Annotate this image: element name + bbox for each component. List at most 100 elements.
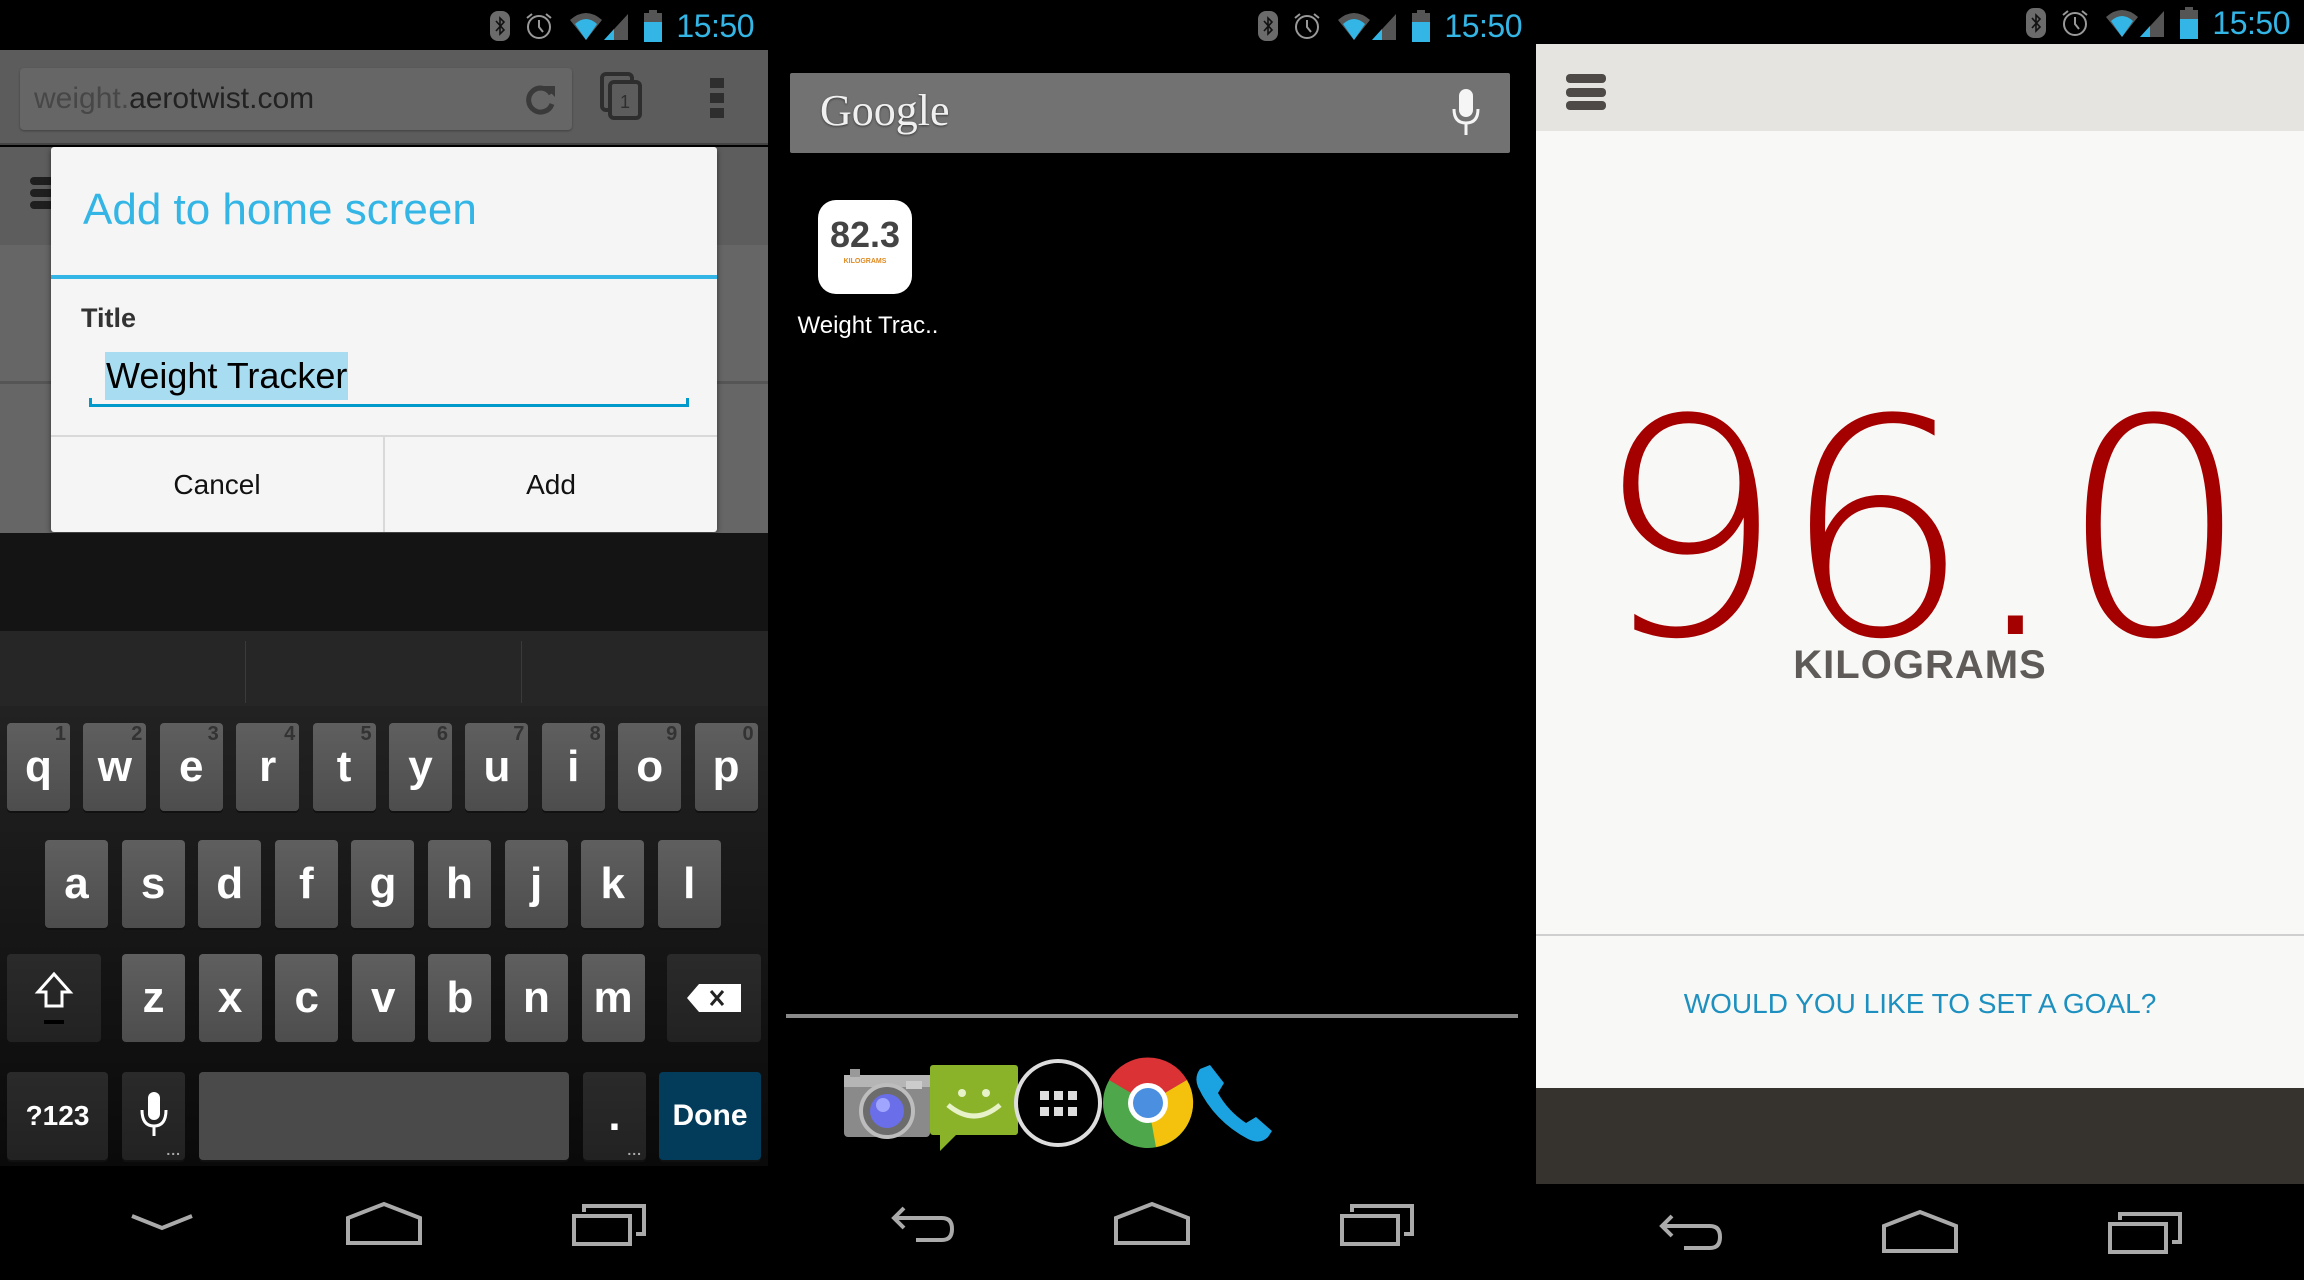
messaging-icon[interactable] [924,1055,1020,1151]
key-t[interactable]: 5t [312,723,376,811]
key-hint: 6 [436,723,448,745]
recents-icon[interactable] [570,1198,650,1248]
key-label: i [567,742,580,791]
key-f[interactable]: f [274,840,338,928]
reload-icon[interactable] [524,82,558,116]
key-y[interactable]: 6y [389,723,452,811]
voice-search-icon[interactable] [1452,89,1480,137]
home-icon[interactable] [344,1198,424,1248]
key-i[interactable]: 8i [541,723,605,811]
status-bar: 15:50 [1536,0,2304,44]
recents-icon[interactable] [2106,1206,2186,1256]
key-e[interactable]: 3e [159,723,223,811]
backspace-key[interactable] [667,954,761,1042]
title-input-value[interactable]: Weight Tracker [105,352,349,400]
key-o[interactable]: 9o [618,723,682,811]
battery-icon [644,10,663,42]
key-w[interactable]: 2w [83,723,147,811]
key-c[interactable]: c [275,954,339,1042]
key-u[interactable]: 7u [465,723,529,811]
google-search-bar[interactable]: Google [790,73,1510,153]
battery-icon [1412,10,1431,42]
key-v[interactable]: v [351,954,415,1042]
done-key[interactable]: Done [659,1072,761,1160]
alarm-icon [2060,8,2090,38]
voice-input-key[interactable]: ... [122,1072,185,1160]
key-p[interactable]: 0p [694,723,758,811]
alarm-icon [524,11,554,41]
key-hint: 0 [742,723,754,745]
nav-bar [0,1166,768,1280]
key-hint: 9 [666,723,678,745]
tabs-icon[interactable]: 1 [600,72,646,120]
key-label: r [259,742,277,791]
google-logo: Google [820,86,950,135]
key-s[interactable]: s [121,840,185,928]
shift-key[interactable] [7,954,101,1042]
add-button[interactable]: Add [383,437,717,532]
key-r[interactable]: 4r [236,723,300,811]
key-x[interactable]: x [198,954,262,1042]
wifi-icon [568,10,630,42]
key-z[interactable]: z [122,954,185,1042]
overflow-menu-icon[interactable] [710,78,724,118]
key-h[interactable]: h [428,840,491,928]
shortcut-icon-value: 82.3 [829,214,901,255]
weight-tracker-shortcut-icon[interactable]: 82.3 KILOGRAMS [818,200,912,294]
key-hint: 8 [589,723,601,745]
set-goal-link[interactable]: WOULD YOU LIKE TO SET A GOAL? [1536,988,2304,1020]
camera-icon[interactable] [836,1055,932,1151]
browser-panel: 15:50 weight.aerotwist.com 1 Add to home… [0,0,768,1280]
key-b[interactable]: b [428,954,492,1042]
key-label: u [483,742,511,791]
shortcut-icon-unit: KILOGRAMS [843,258,887,265]
nav-bar [1536,1184,2304,1280]
hamburger-menu-icon[interactable] [1566,74,1606,110]
status-time: 15:50 [676,7,754,44]
url-bar[interactable]: weight.aerotwist.com [20,68,572,130]
home-icon[interactable] [1880,1206,1960,1256]
title-input[interactable]: Weight Tracker [89,352,689,407]
recents-icon[interactable] [1338,1198,1418,1248]
app-drawer-icon[interactable] [1008,1055,1104,1151]
back-icon[interactable] [1652,1206,1732,1256]
key-j[interactable]: j [504,840,568,928]
home-screen-panel: 15:50 Google 82.3 KILOGRAMS Weight Trac.… [768,0,1536,1280]
key-q[interactable]: 1q [7,723,70,811]
cancel-button[interactable]: Cancel [51,437,383,532]
url-subdomain: weight. [34,82,130,115]
key-m[interactable]: m [581,954,645,1042]
mic-icon [140,1092,167,1136]
shortcut-label[interactable]: Weight Trac.. [788,312,948,340]
hide-keyboard-icon[interactable] [122,1198,202,1248]
weight-value: 96.0 [1594,356,2250,705]
key-a[interactable]: a [45,840,108,928]
weight-display: 96.0 KILOGRAMS [1536,131,2304,934]
key-g[interactable]: g [351,840,415,928]
key-hint: 3 [207,723,219,745]
symbols-key[interactable]: ?123 [7,1072,108,1160]
dock-divider [786,1014,1518,1018]
weight-app-panel: 15:50 96.0 KILOGRAMS WOULD YOU LIKE TO S… [1536,0,2304,1280]
alarm-icon [1292,11,1322,41]
home-icon[interactable] [1112,1198,1192,1248]
key-label: q [25,742,52,791]
key-label: y [408,742,433,791]
key-hint: 4 [284,723,296,745]
url-domain: aerotwist.com [129,82,315,115]
period-key[interactable]: .... [583,1072,646,1160]
key-k[interactable]: k [581,840,645,928]
app-header [1536,44,2304,131]
key-d[interactable]: d [198,840,262,928]
chrome-icon[interactable] [1098,1055,1194,1151]
suggestion-strip[interactable] [0,631,768,706]
key-n[interactable]: n [505,954,568,1042]
key-label: o [636,742,664,791]
key-l[interactable]: l [657,840,721,928]
nav-bar [768,1166,1536,1280]
back-icon[interactable] [884,1198,964,1248]
space-key[interactable] [199,1072,569,1160]
add-to-home-dialog: Add to home screen Title Weight Tracker … [51,147,717,532]
bluetooth-icon [490,11,511,41]
phone-icon[interactable] [1186,1055,1282,1151]
